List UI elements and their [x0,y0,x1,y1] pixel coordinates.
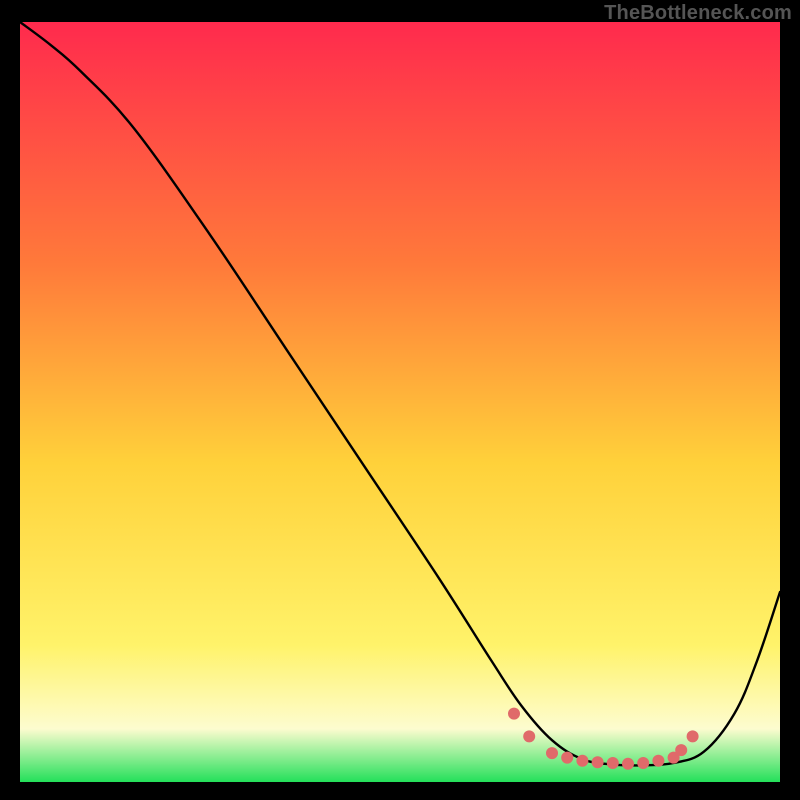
optimal-dot [523,730,535,742]
chart-svg [20,22,780,782]
optimal-dot [561,752,573,764]
optimal-dot [675,744,687,756]
plot-area [20,22,780,782]
optimal-dot [687,730,699,742]
optimal-dot [546,747,558,759]
optimal-dot [637,757,649,769]
gradient-background [20,22,780,782]
optimal-dot [652,755,664,767]
chart-canvas: TheBottleneck.com [0,0,800,800]
optimal-dot [592,756,604,768]
optimal-dot [508,708,520,720]
optimal-dot [622,758,634,770]
optimal-dot [576,755,588,767]
optimal-dot [607,757,619,769]
